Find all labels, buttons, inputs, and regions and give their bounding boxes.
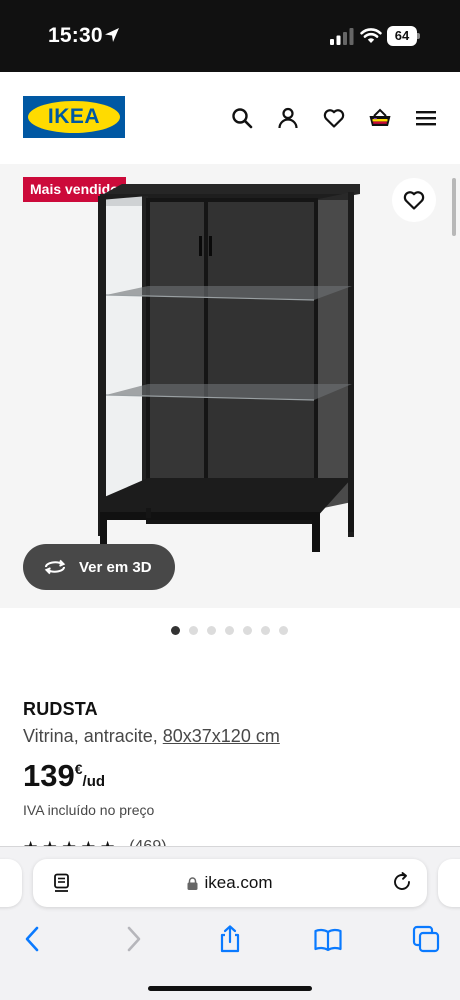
product-image [98, 184, 360, 552]
logo-text: IKEA [47, 105, 101, 128]
view-in-3d-button[interactable]: Ver em 3D [23, 544, 175, 590]
product-name: RUDSTA [23, 699, 98, 719]
reload-icon[interactable] [391, 871, 413, 893]
carousel-dot[interactable] [171, 626, 180, 635]
product-dimensions-link[interactable]: 80x37x120 cm [163, 726, 280, 746]
product-image-gallery[interactable]: Mais vendido Ver em 3D [0, 164, 460, 608]
rotate-3d-icon [44, 559, 66, 575]
status-time: 15:30 [48, 24, 103, 47]
forward-icon[interactable] [118, 924, 148, 954]
url-text: ikea.com [204, 873, 273, 892]
carousel-dot[interactable] [189, 626, 198, 635]
user-icon[interactable] [276, 106, 300, 130]
carousel-dot[interactable] [243, 626, 252, 635]
ikea-logo[interactable]: IKEA [23, 96, 125, 138]
url-display: ikea.com [33, 859, 427, 907]
heart-icon[interactable] [322, 106, 346, 130]
home-indicator[interactable] [148, 986, 312, 991]
wifi-icon [360, 28, 382, 43]
product-description: Vitrina, antracite, 80x37x120 cm [23, 726, 280, 747]
view-in-3d-label: Ver em 3D [79, 558, 152, 576]
carousel-dot[interactable] [207, 626, 216, 635]
status-bar: 15:30 64 [0, 0, 460, 72]
vat-note: IVA incluído no preço [23, 802, 155, 818]
heart-icon [403, 191, 425, 210]
price-currency: € [74, 761, 83, 777]
carousel-dot[interactable] [279, 626, 288, 635]
price-integer: 139 [23, 758, 75, 793]
lock-icon [187, 876, 198, 890]
search-icon[interactable] [230, 106, 254, 130]
battery-indicator: 64 [387, 26, 420, 46]
carousel-dot[interactable] [261, 626, 270, 635]
carousel-dot[interactable] [225, 626, 234, 635]
page-scrollbar[interactable] [452, 178, 456, 236]
product-price: 139 € /ud [23, 758, 105, 794]
back-icon[interactable] [18, 924, 48, 954]
next-tab-preview[interactable] [438, 859, 460, 907]
add-to-favourites-button[interactable] [392, 178, 436, 222]
carousel-dots [0, 626, 460, 636]
shopping-basket-icon[interactable] [368, 106, 392, 130]
location-arrow-icon [105, 28, 119, 42]
bookmarks-icon[interactable] [313, 924, 343, 954]
battery-level: 64 [387, 26, 417, 46]
address-bar[interactable]: ikea.com [33, 859, 427, 907]
product-type: Vitrina, antracite, [23, 726, 163, 746]
menu-icon[interactable] [414, 106, 438, 130]
site-header: IKEA [0, 72, 460, 164]
tabs-icon[interactable] [411, 924, 441, 954]
browser-toolbar: ikea.com [0, 846, 460, 1000]
share-icon[interactable] [215, 924, 245, 954]
cellular-signal-icon [330, 28, 354, 45]
price-unit: /ud [82, 773, 106, 790]
previous-tab-preview[interactable] [0, 859, 22, 907]
